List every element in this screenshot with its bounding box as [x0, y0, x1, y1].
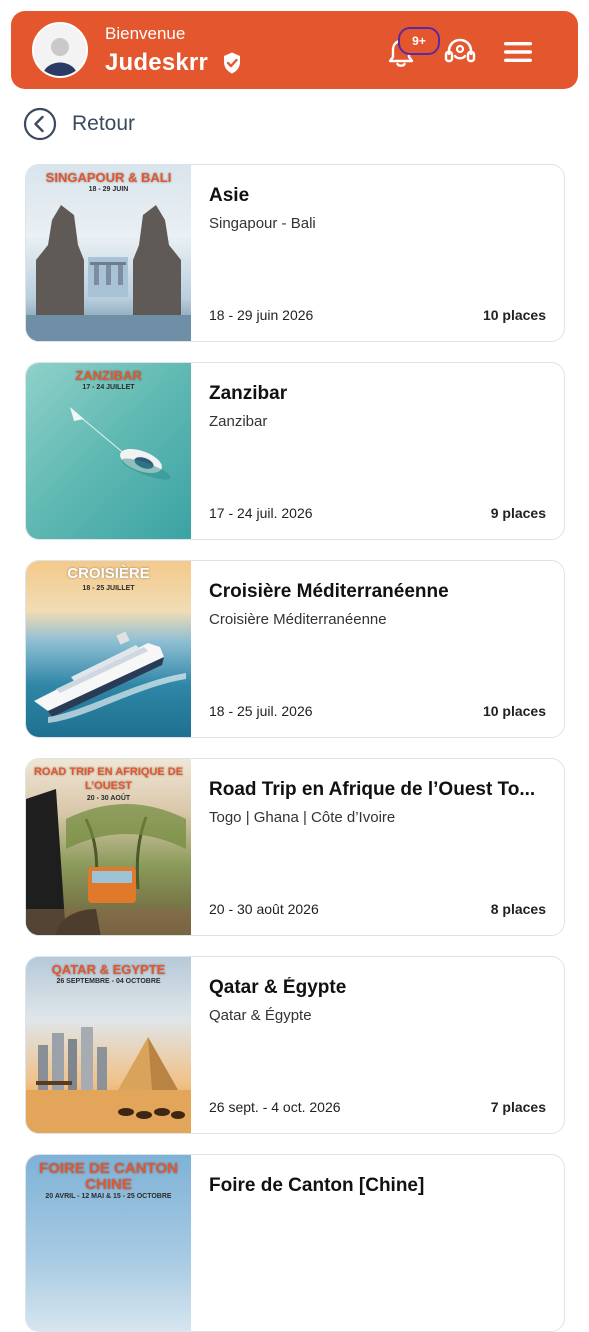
- trip-dates: 18 - 25 juil. 2026: [209, 703, 313, 719]
- trip-dates: 26 sept. - 4 oct. 2026: [209, 1099, 341, 1115]
- trip-card[interactable]: QATAR & EGYPTE 26 SEPTEMBRE - 04 OCTOBRE…: [25, 956, 565, 1134]
- verified-icon: [224, 52, 240, 74]
- poster-date: 20 AVRIL - 12 MAI & 15 - 25 OCTOBRE: [45, 1193, 172, 1200]
- poster-date: 18 - 25 JUILLET: [82, 585, 135, 592]
- poster-date: 26 SEPTEMBRE - 04 OCTOBRE: [56, 978, 161, 985]
- trip-dates: 18 - 29 juin 2026: [209, 307, 314, 323]
- trip-title: Qatar & Égypte: [209, 977, 347, 998]
- trip-poster: ZANZIBAR 17 - 24 JUILLET: [26, 363, 191, 539]
- headset-icon[interactable]: [443, 35, 477, 69]
- trip-places: 9 places: [490, 505, 546, 521]
- menu-icon[interactable]: [502, 39, 534, 65]
- trip-title: Road Trip en Afrique de l’Ouest To...: [209, 779, 536, 800]
- trip-destination: Qatar & Égypte: [209, 1007, 312, 1024]
- poster-title: ROAD TRIP EN AFRIQUE DE L’OUEST: [33, 766, 184, 792]
- greeting-text: Bienvenue: [105, 24, 186, 43]
- trip-poster: FOIRE DE CANTON CHINE 20 AVRIL - 12 MAI …: [26, 1155, 191, 1331]
- back-icon[interactable]: [23, 107, 57, 141]
- trip-card[interactable]: SINGAPOUR & BALI 18 - 29 JUIN Asie Singa…: [25, 164, 565, 342]
- trip-places: 8 places: [490, 901, 546, 917]
- trip-title: Croisière Méditerranéenne: [209, 581, 449, 602]
- trip-dates: 20 - 30 août 2026: [209, 901, 319, 917]
- trip-destination: Togo | Ghana | Côte d’Ivoire: [209, 809, 396, 826]
- notification-badge: 9+: [398, 27, 440, 55]
- trip-places: 10 places: [482, 307, 546, 323]
- username: Judeskrr: [105, 49, 208, 76]
- poster-date: 17 - 24 JUILLET: [82, 384, 135, 391]
- trip-dates: 17 - 24 juil. 2026: [209, 505, 313, 521]
- avatar[interactable]: [32, 22, 88, 78]
- back-button[interactable]: Retour: [72, 112, 135, 136]
- poster-title: CROISIÈRE: [67, 565, 150, 582]
- trip-destination: Croisière Méditerranéenne: [209, 611, 387, 628]
- trip-places: 7 places: [490, 1099, 546, 1115]
- trip-title: Zanzibar: [209, 383, 288, 404]
- trip-places: 10 places: [482, 703, 546, 719]
- poster-date: 20 - 30 AOÛT: [86, 795, 131, 802]
- trip-card[interactable]: ZANZIBAR 17 - 24 JUILLET Zanzibar Zanzib…: [25, 362, 565, 540]
- trip-destination: Singapour - Bali: [209, 215, 316, 232]
- poster-title: ZANZIBAR: [75, 368, 142, 383]
- poster-title: FOIRE DE CANTON CHINE: [39, 1160, 178, 1193]
- trip-card[interactable]: CROISIÈRE 18 - 25 JUILLET Croisière Médi…: [25, 560, 565, 738]
- poster-date: 18 - 29 JUIN: [88, 186, 129, 193]
- poster-title: SINGAPOUR & BALI: [45, 170, 172, 185]
- trip-title: Asie: [209, 185, 250, 206]
- trip-title: Foire de Canton [Chine]: [209, 1175, 425, 1196]
- trip-poster: SINGAPOUR & BALI 18 - 29 JUIN: [26, 165, 191, 341]
- trip-destination: Zanzibar: [209, 413, 268, 430]
- trip-poster: CROISIÈRE 18 - 25 JUILLET: [26, 561, 191, 737]
- trip-poster: ROAD TRIP EN AFRIQUE DE L’OUEST 20 - 30 …: [26, 759, 191, 935]
- app-header: Bienvenue Judeskrr 9+: [11, 11, 578, 89]
- trip-card[interactable]: FOIRE DE CANTON CHINE 20 AVRIL - 12 MAI …: [25, 1154, 565, 1332]
- trip-card[interactable]: ROAD TRIP EN AFRIQUE DE L’OUEST 20 - 30 …: [25, 758, 565, 936]
- poster-title: QATAR & EGYPTE: [51, 962, 166, 977]
- trip-poster: QATAR & EGYPTE 26 SEPTEMBRE - 04 OCTOBRE: [26, 957, 191, 1133]
